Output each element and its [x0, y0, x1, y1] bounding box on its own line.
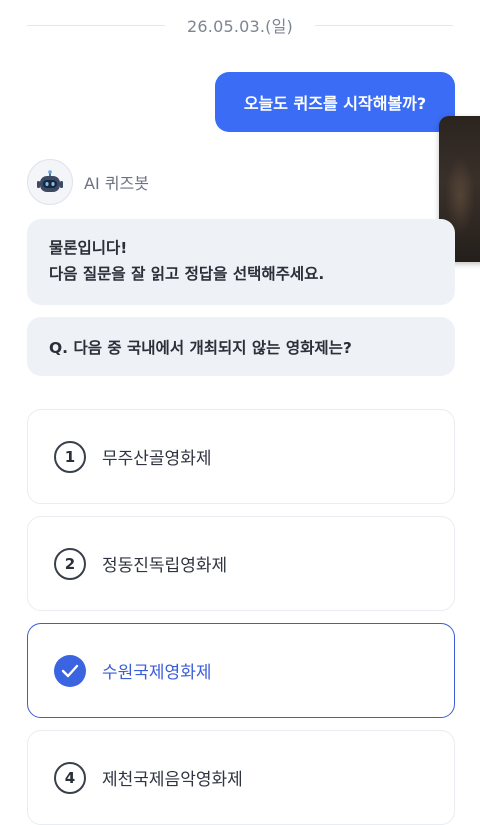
robot-icon-graphic	[37, 170, 63, 192]
robot-icon	[27, 159, 73, 205]
user-message-bubble: 오늘도 퀴즈를 시작해볼까?	[215, 72, 455, 132]
bot-message-line-2: 다음 질문을 잘 읽고 정답을 선택해주세요.	[49, 265, 325, 283]
answer-option-4[interactable]: 4 제천국제음악영화제	[27, 730, 455, 825]
option-number-2: 2	[54, 547, 86, 580]
answer-option-1[interactable]: 1 무주산골영화제	[27, 409, 455, 504]
option-label-4: 제천국제음악영화제	[102, 770, 243, 790]
option-label-2: 정동진독립영화제	[102, 556, 228, 576]
quiz-question: Q. 다음 중 국내에서 개최되지 않는 영화제는?	[27, 317, 455, 376]
user-message-text: 오늘도 퀴즈를 시작해볼까?	[243, 94, 427, 113]
date-text: 26.05.03.(일)	[187, 17, 293, 36]
checkmark-icon	[54, 654, 86, 687]
bot-header: AI 퀴즈봇	[27, 158, 149, 206]
bot-name: AI 퀴즈봇	[84, 174, 149, 193]
bot-message-line-1: 물론입니다!	[49, 239, 128, 257]
answer-option-2[interactable]: 2 정동진독립영화제	[27, 516, 455, 611]
bot-message-bubble: 물론입니다! 다음 질문을 잘 읽고 정답을 선택해주세요.	[27, 219, 455, 305]
option-label-3: 수원국제영화제	[102, 663, 212, 683]
date-divider: 26.05.03.(일)	[27, 10, 454, 40]
option-number-4: 4	[54, 761, 86, 794]
option-number-1: 1	[54, 440, 86, 473]
option-label-1: 무주산골영화제	[102, 449, 212, 469]
divider-line-right	[314, 24, 454, 26]
divider-line-left	[27, 24, 166, 26]
checkmark-icon-graphic	[61, 664, 79, 677]
answer-option-3[interactable]: 수원국제영화제	[27, 623, 455, 718]
